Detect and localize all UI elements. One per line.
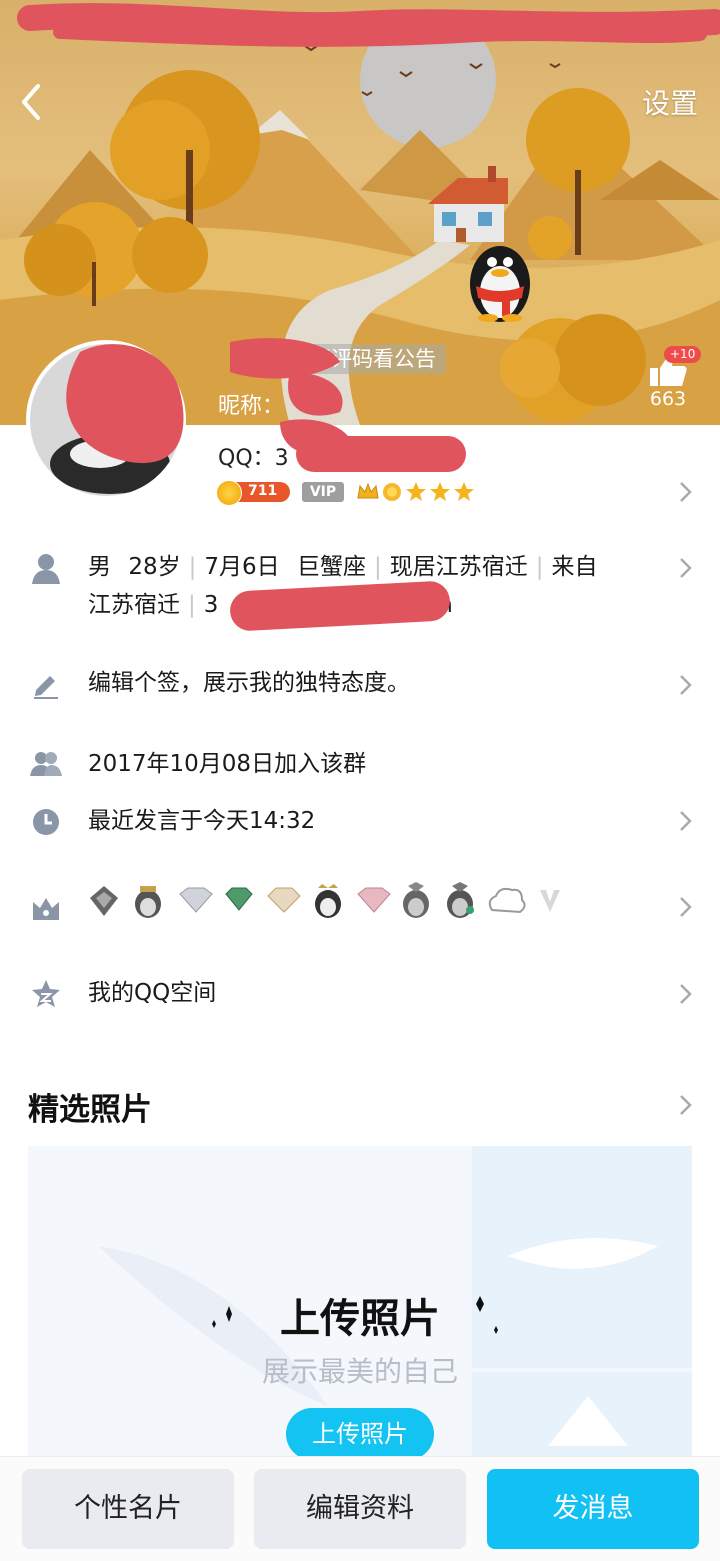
penguin-medal-icon [135, 886, 161, 918]
send-message-button[interactable]: 发消息 [487, 1469, 699, 1549]
residence: 现居江苏宿迁 [389, 554, 528, 580]
penguin-medal-icon [315, 884, 341, 918]
age: 28岁 [128, 554, 181, 580]
sun-icon [383, 483, 401, 501]
qq-number-label: QQ：3 [218, 446, 289, 471]
rank-icons[interactable] [356, 478, 480, 506]
like-increment-badge: +10 [664, 346, 702, 363]
featured-photos-title: 精选照片 [28, 1092, 152, 1128]
chevron-right-icon[interactable] [678, 895, 694, 919]
status-bar-redaction [17, 3, 720, 47]
diamond-icon [225, 887, 253, 911]
clock-icon [33, 809, 59, 835]
chevron-right-icon[interactable] [678, 673, 694, 697]
penguin-medal-icon [447, 882, 474, 918]
vip-v-icon [540, 890, 560, 912]
hometown: 江苏宿迁 [88, 592, 180, 618]
chevron-right-icon[interactable] [678, 480, 694, 504]
upload-photo-button[interactable]: 上传照片 [286, 1408, 434, 1456]
bottom-action-bar: 个性名片 编辑资料 发消息 [0, 1456, 720, 1561]
gender: 男 [88, 554, 111, 580]
coin-icon [216, 480, 242, 506]
vip-badge[interactable]: VIP [302, 482, 344, 502]
person-icon [32, 554, 60, 584]
star-icon [406, 482, 426, 501]
pencil-icon [34, 676, 58, 699]
settings-button[interactable]: 设置 [642, 82, 698, 122]
group-icon [30, 752, 62, 776]
star-icon [430, 482, 450, 501]
diamond-icon [357, 887, 391, 913]
diamond-icon [267, 887, 301, 913]
back-arrow-icon[interactable] [12, 80, 52, 124]
chevron-right-icon[interactable] [678, 556, 694, 580]
like-button[interactable]: +10 663 [644, 346, 704, 416]
qq-level-badge[interactable]: 711 [216, 480, 290, 506]
qq-number-redaction [296, 436, 466, 472]
email-prefix: 3 [203, 592, 219, 618]
svip-cloud-icon [488, 887, 526, 914]
qzone-star-icon [32, 980, 60, 1007]
medal-icon [90, 886, 118, 916]
medal-list[interactable] [88, 882, 568, 922]
signature-text[interactable]: 编辑个签，展示我的独特态度。 [88, 664, 410, 702]
star-icon [454, 482, 474, 501]
joined-group-date: 2017年10月08日加入该群 [88, 751, 367, 777]
profile-card-button[interactable]: 个性名片 [22, 1469, 234, 1549]
upload-photo-title: 上传照片 [280, 1296, 440, 1342]
diamond-icon [179, 887, 213, 913]
last-spoke-time[interactable]: 最近发言于今天14:32 [88, 802, 315, 840]
crown-icon [33, 898, 59, 920]
chevron-right-icon[interactable] [678, 982, 694, 1006]
chevron-right-icon[interactable] [678, 809, 694, 833]
penguin-medal-icon [403, 882, 429, 918]
zodiac: 巨蟹座 [296, 554, 366, 580]
crown-icon [357, 482, 379, 499]
birthday: 7月6日 [204, 554, 280, 580]
upload-photo-subtitle: 展示最美的自己 [261, 1355, 458, 1388]
qq-level-value: 711 [248, 483, 278, 499]
hometown-label: 来自 [551, 554, 598, 580]
photo-upload-area[interactable]: 上传照片 展示最美的自己 上传照片 [28, 1146, 692, 1456]
like-count: 663 [649, 388, 687, 410]
qzone-link[interactable]: 我的QQ空间 [88, 974, 216, 1012]
chevron-right-icon[interactable] [678, 1093, 694, 1117]
edit-profile-button[interactable]: 编辑资料 [254, 1469, 466, 1549]
